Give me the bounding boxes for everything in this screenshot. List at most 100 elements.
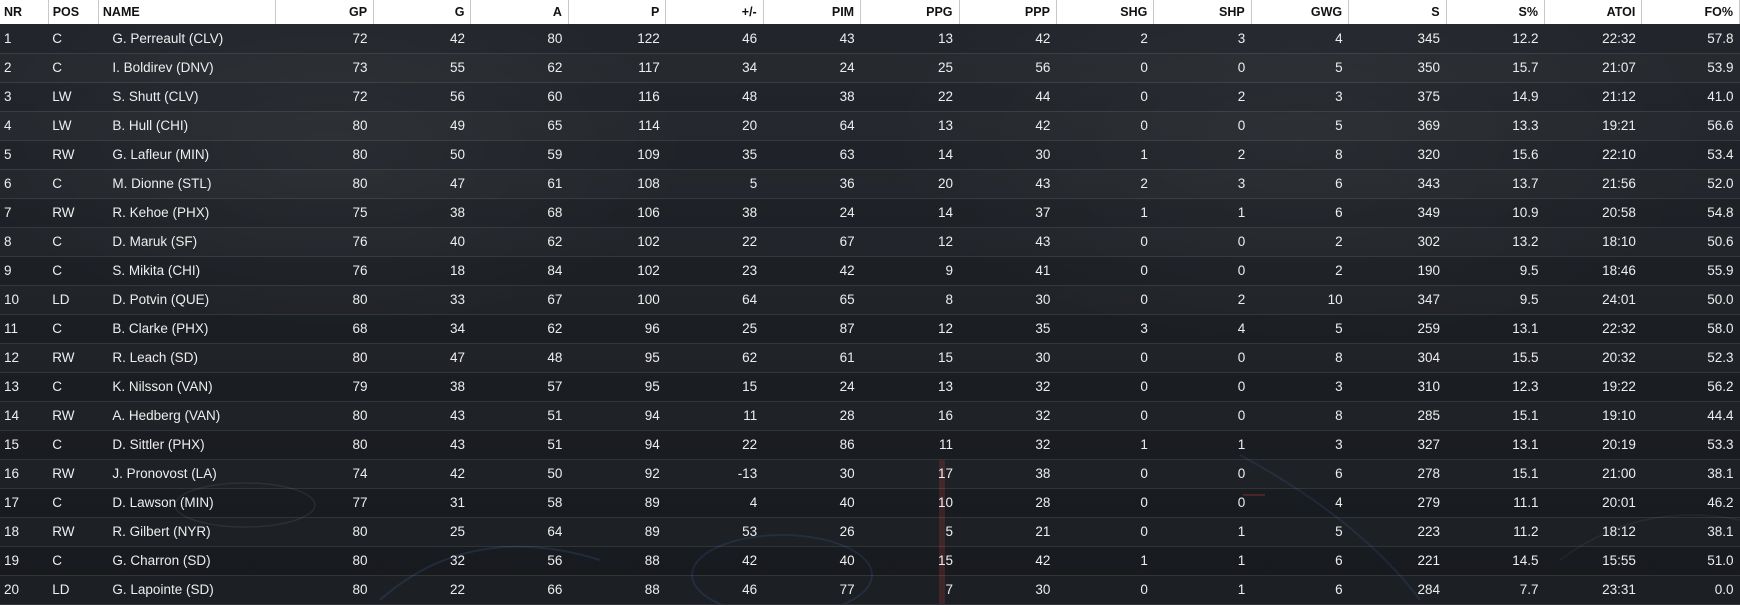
cell-s: 345 <box>1417 30 1441 46</box>
cell-gwg: 3 <box>1335 89 1343 104</box>
cell-shp: 1 <box>1237 582 1246 597</box>
table-row[interactable]: 5 RW G. Lafleur (MIN) 80 50 59 109 35 63 14 30 1 2 8 3… <box>0 140 1740 169</box>
column-header-pos[interactable]: POS <box>48 0 99 24</box>
table-row[interactable]: 12 RW R. Leach (SD) 80 47 48 95 62 61 15 30 0 0 8 304 1… <box>0 343 1740 372</box>
cell-shg: 1 <box>1140 147 1148 162</box>
cell-gp: 68 <box>352 321 368 336</box>
cell-pim: 42 <box>839 263 855 278</box>
column-header-p[interactable]: P <box>568 0 667 24</box>
table-row[interactable]: 1 C G. Perreault (CLV) 72 42 80 122 46 43 13 42 2 3 4… <box>0 24 1740 53</box>
cell-pos: C <box>52 379 62 394</box>
cell-atoi: 20:01 <box>1602 495 1636 510</box>
table-row[interactable]: 7 RW R. Kehoe (PHX) 75 38 68 106 38 24 14 37 1 1 6 349… <box>0 198 1740 227</box>
cell-pos: C <box>52 263 62 278</box>
column-header-a[interactable]: A <box>470 0 569 24</box>
cell-nr: 7 <box>4 205 12 220</box>
column-header-ppg[interactable]: PPG <box>860 0 960 24</box>
cell-plus-minus: 25 <box>742 321 758 336</box>
cell-ppp: 43 <box>1035 176 1051 191</box>
cell-ppg: 15 <box>938 553 954 568</box>
cell-g: 38 <box>449 205 465 220</box>
cell-plus-minus: 46 <box>742 30 758 46</box>
column-header-gp[interactable]: GP <box>275 0 375 24</box>
table-row[interactable]: 13 C K. Nilsson (VAN) 79 38 57 95 15 24 13 32 0 0 3 31… <box>0 372 1740 401</box>
table-row[interactable]: 8 C D. Maruk (SF) 76 40 62 102 22 67 12 43 0 0 2 302 13… <box>0 227 1740 256</box>
column-header-atoi[interactable]: ATOI <box>1544 0 1643 24</box>
cell-ppg: 12 <box>938 321 954 336</box>
cell-plus-minus: 15 <box>742 379 758 394</box>
cell-fo-pct: 38.1 <box>1707 466 1734 481</box>
cell-ppp: 44 <box>1035 89 1051 104</box>
cell-shg: 0 <box>1140 234 1148 249</box>
cell-shp: 4 <box>1237 321 1246 336</box>
cell-atoi: 18:10 <box>1602 234 1636 249</box>
cell-s: 279 <box>1417 495 1441 510</box>
table-row[interactable]: 18 RW R. Gilbert (NYR) 80 25 64 89 53 26 5 21 0 1 5 22… <box>0 517 1740 546</box>
cell-s: 347 <box>1417 292 1441 307</box>
table-row[interactable]: 17 C D. Lawson (MIN) 77 31 58 89 4 40 10 28 0 0 4 279 1… <box>0 488 1740 517</box>
column-header-s[interactable]: S <box>1348 0 1447 24</box>
column-header-g[interactable]: G <box>373 0 472 24</box>
column-header-pim[interactable]: PIM <box>763 0 862 24</box>
column-header-plus-minus[interactable]: +/- <box>665 0 764 24</box>
cell-gp: 80 <box>352 582 368 597</box>
table-row[interactable]: 19 C G. Charron (SD) 80 32 56 88 42 40 15 42 1 1 6 221… <box>0 546 1740 575</box>
cell-pim: 87 <box>839 321 855 336</box>
cell-atoi: 18:12 <box>1602 524 1636 539</box>
cell-gwg: 2 <box>1335 263 1343 278</box>
cell-pim: 26 <box>839 524 855 539</box>
cell-fo-pct: 51.0 <box>1707 553 1734 568</box>
cell-gwg: 2 <box>1335 234 1343 249</box>
cell-atoi: 21:07 <box>1602 60 1636 75</box>
column-header-s-pct[interactable]: S% <box>1446 0 1545 24</box>
cell-shp: 2 <box>1237 89 1246 104</box>
cell-gwg: 8 <box>1335 147 1343 162</box>
cell-name: R. Kehoe (PHX) <box>112 205 210 220</box>
cell-ppg: 22 <box>938 89 954 104</box>
cell-pos: RW <box>52 466 75 481</box>
table-row[interactable]: 16 RW J. Pronovost (LA) 74 42 50 92 -13 30 17 38 0 0… <box>0 459 1740 488</box>
cell-name: K. Nilsson (VAN) <box>112 379 213 394</box>
cell-a: 62 <box>547 234 563 249</box>
cell-nr: 9 <box>4 263 12 278</box>
table-row[interactable]: 14 RW A. Hedberg (VAN) 80 43 51 94 11 28 16 32 0 0 8 2… <box>0 401 1740 430</box>
cell-atoi: 15:55 <box>1602 553 1636 568</box>
column-header-gwg[interactable]: GWG <box>1251 0 1350 24</box>
cell-s: 304 <box>1417 350 1441 365</box>
cell-nr: 19 <box>4 553 20 568</box>
cell-gwg: 8 <box>1335 350 1343 365</box>
table-row[interactable]: 6 C M. Dionne (STL) 80 47 61 108 5 36 20 43 2 3 6 343 1… <box>0 169 1740 198</box>
column-header-name[interactable]: NAME <box>98 0 276 24</box>
cell-g: 25 <box>449 524 465 539</box>
column-header-nr[interactable]: NR <box>0 0 49 24</box>
cell-shp: 0 <box>1237 350 1246 365</box>
column-header-ppp[interactable]: PPP <box>959 0 1057 24</box>
cell-pim: 40 <box>839 495 855 510</box>
cell-pos: LW <box>52 118 72 133</box>
cell-fo-pct: 38.1 <box>1707 524 1734 539</box>
cell-p: 95 <box>644 379 660 394</box>
table-row[interactable]: 4 LW B. Hull (CHI) 80 49 65 114 20 64 13 42 0 0 5 369 1… <box>0 111 1740 140</box>
cell-shp: 1 <box>1237 524 1246 539</box>
column-header-shp[interactable]: SHP <box>1153 0 1252 24</box>
table-row[interactable]: 15 C D. Sittler (PHX) 80 43 51 94 22 86 11 32 1 1 3 32… <box>0 430 1740 459</box>
cell-s: 327 <box>1417 437 1441 452</box>
column-header-fo-pct[interactable]: FO% <box>1641 0 1740 24</box>
table-row[interactable]: 20 LD G. Lapointe (SD) 80 22 66 88 46 77 7 30 0 1 6 28… <box>0 575 1740 604</box>
cell-shg: 1 <box>1140 205 1148 220</box>
cell-p: 102 <box>637 263 660 278</box>
cell-pim: 40 <box>839 553 855 568</box>
cell-pim: 64 <box>839 118 855 133</box>
table-row[interactable]: 3 LW S. Shutt (CLV) 72 56 60 116 48 38 22 44 0 2 3 375… <box>0 82 1740 111</box>
cell-p: 100 <box>637 292 660 307</box>
cell-nr: 6 <box>4 176 12 191</box>
cell-name: G. Charron (SD) <box>112 553 211 568</box>
column-header-shg[interactable]: SHG <box>1056 0 1155 24</box>
cell-ppg: 25 <box>938 60 954 75</box>
table-row[interactable]: 2 C I. Boldirev (DNV) 73 55 62 117 34 24 25 56 0 0 5 3… <box>0 53 1740 82</box>
table-row[interactable]: 10 LD D. Potvin (QUE) 80 33 67 100 64 65 8 30 0 2 10 3… <box>0 285 1740 314</box>
cell-g: 50 <box>449 147 465 162</box>
table-row[interactable]: 9 C S. Mikita (CHI) 76 18 84 102 23 42 9 41 0 0 2 190 9… <box>0 256 1740 285</box>
cell-shp: 1 <box>1237 437 1246 452</box>
table-row[interactable]: 11 C B. Clarke (PHX) 68 34 62 96 25 87 12 35 3 4 5 259… <box>0 314 1740 343</box>
